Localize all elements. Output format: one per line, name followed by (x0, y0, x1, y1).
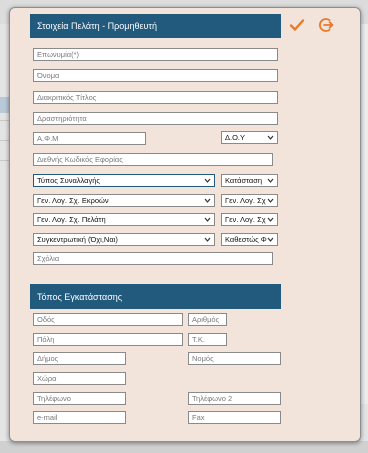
name-input[interactable] (33, 69, 278, 82)
chevron-down-icon (204, 237, 211, 242)
comments-input[interactable] (33, 252, 273, 265)
customer-section-title: Στοιχεία Πελάτη - Προμηθευτή (37, 21, 157, 31)
phone-input[interactable] (33, 392, 126, 405)
activity-input[interactable] (33, 112, 278, 125)
status-select[interactable]: Κατάσταση (221, 174, 278, 187)
location-section-title: Τόπος Εγκατάστασης (37, 291, 123, 302)
customer-section-header: Στοιχεία Πελάτη - Προμηθευτή (30, 14, 281, 38)
chevron-down-icon (267, 198, 274, 203)
chevron-down-icon (267, 135, 274, 140)
street-input[interactable] (33, 313, 183, 326)
zip-input[interactable] (188, 333, 227, 346)
gl-customer-value: Γεν. Λογ. Σχ. Πελάτη (37, 215, 106, 224)
transaction-type-select[interactable]: Τύπος Συναλλαγής (33, 174, 215, 187)
gl-expense-small-select[interactable]: Γεν. Λογ. Σχ (221, 194, 278, 207)
chevron-down-icon (267, 217, 274, 222)
street-number-input[interactable] (188, 313, 227, 326)
company-name-input[interactable] (33, 48, 278, 61)
transaction-type-value: Τύπος Συναλλαγής (37, 176, 101, 185)
chevron-down-icon (204, 198, 211, 203)
brand-title-input[interactable] (33, 91, 278, 104)
summary-select-value: Συγκεντρωτική (Όχι,Ναι) (37, 235, 118, 244)
gl-customer-select[interactable]: Γεν. Λογ. Σχ. Πελάτη (33, 213, 215, 226)
country-input[interactable] (33, 372, 126, 385)
intl-tax-code-input[interactable] (33, 153, 273, 166)
afm-input[interactable] (33, 132, 146, 145)
gl-expense-select[interactable]: Γεν. Λογ. Σχ. Εκροών (33, 194, 215, 207)
city-input[interactable] (33, 333, 183, 346)
summary-select[interactable]: Συγκεντρωτική (Όχι,Ναι) (33, 233, 215, 246)
phone2-input[interactable] (188, 392, 281, 405)
chevron-down-icon (204, 217, 211, 222)
doy-select[interactable]: Δ.Ο.Υ (221, 131, 278, 144)
email-input[interactable] (33, 411, 126, 424)
prefecture-input[interactable] (188, 352, 281, 365)
customer-dialog: Στοιχεία Πελάτη - Προμηθευτή Δ.Ο.Υ Τύπος… (9, 7, 361, 442)
exit-icon[interactable] (318, 17, 334, 33)
background-footer (0, 441, 368, 453)
municipality-input[interactable] (33, 352, 126, 365)
fax-input[interactable] (188, 411, 281, 424)
gl-customer-small-select[interactable]: Γεν. Λογ. Σχ (221, 213, 278, 226)
chevron-down-icon (267, 178, 274, 183)
chevron-down-icon (204, 178, 211, 183)
chevron-down-icon (267, 237, 274, 242)
location-section-header: Τόπος Εγκατάστασης (30, 284, 281, 309)
vat-status-select[interactable]: Καθεστώς Φ (221, 233, 278, 246)
check-icon[interactable] (289, 17, 305, 33)
gl-expense-value: Γεν. Λογ. Σχ. Εκροών (37, 196, 109, 205)
